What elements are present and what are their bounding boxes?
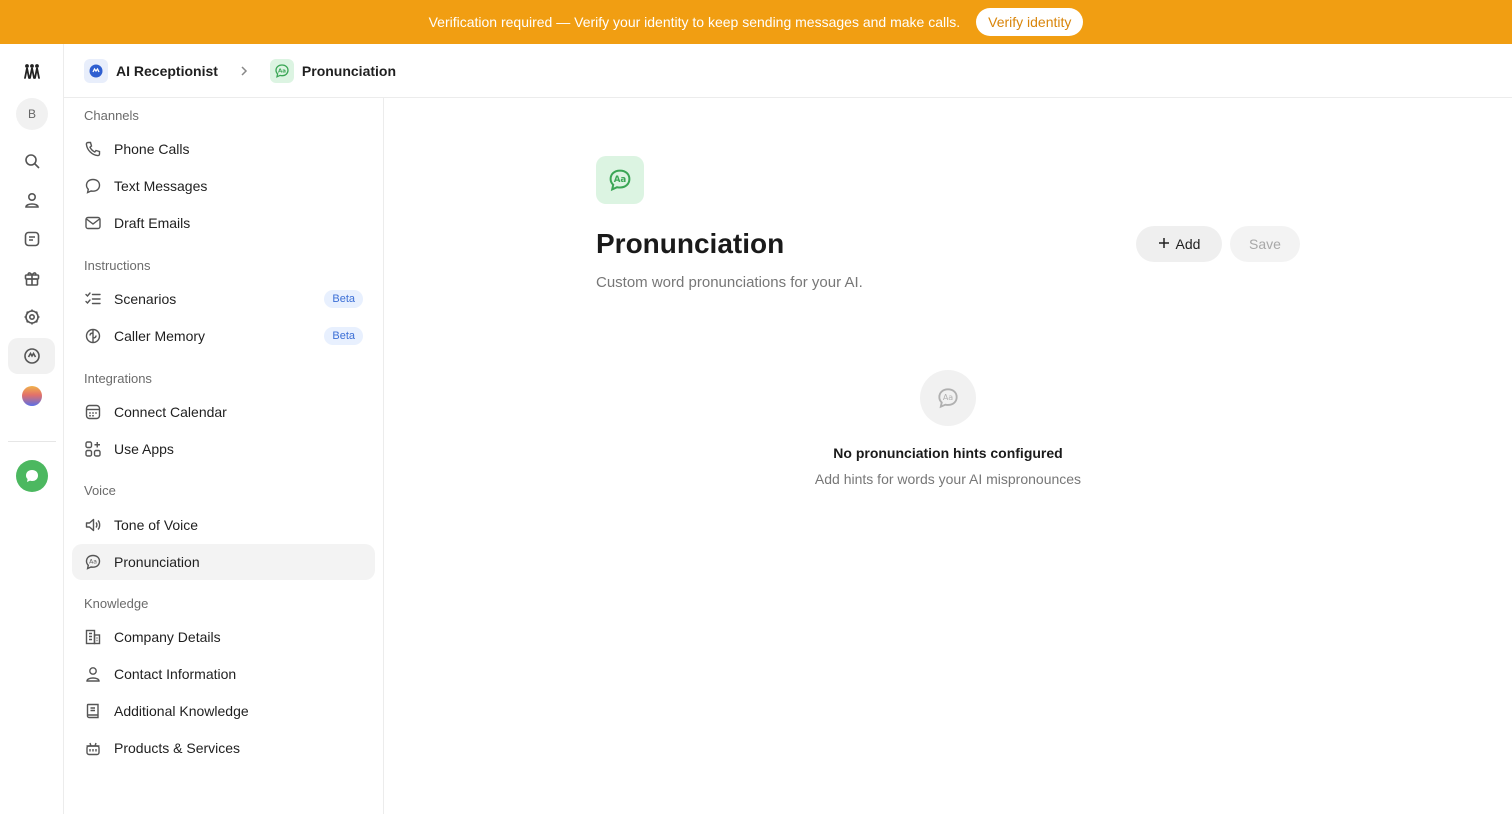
- message-icon: [84, 177, 102, 195]
- sidebar-item-company-details[interactable]: Company Details: [72, 619, 375, 655]
- basket-icon: [84, 739, 102, 757]
- add-button[interactable]: Add: [1136, 226, 1222, 262]
- empty-state-subtitle: Add hints for words your AI mispronounce…: [814, 471, 1082, 487]
- page-title: Pronunciation: [596, 228, 785, 259]
- breadcrumb-label: AI Receptionist: [116, 62, 218, 79]
- ai-receptionist-icon[interactable]: [8, 338, 55, 374]
- sidebar-item-phone-calls[interactable]: Phone Calls: [72, 131, 375, 167]
- sidebar-item-label: Tone of Voice: [114, 517, 199, 533]
- section-label-instructions: Instructions: [84, 258, 151, 273]
- gradient-app-icon[interactable]: [12, 378, 52, 414]
- rail-divider: [8, 441, 56, 442]
- mail-icon: [84, 214, 102, 232]
- sidebar-item-label: Scenarios: [114, 291, 177, 307]
- main-content: Aa Pronunciation Custom word pronunciati…: [384, 98, 1512, 814]
- sidebar-item-label: Phone Calls: [114, 141, 190, 157]
- gift-icon[interactable]: [12, 260, 52, 296]
- svg-text:Aa: Aa: [278, 68, 286, 74]
- sidebar-item-label: Additional Knowledge: [114, 703, 249, 719]
- chat-button[interactable]: [12, 458, 52, 494]
- sidebar-item-label: Draft Emails: [114, 215, 191, 231]
- sidebar-item-label: Pronunciation: [114, 554, 200, 570]
- page-subtitle: Custom word pronunciations for your AI.: [596, 274, 863, 291]
- empty-state-title: No pronunciation hints configured: [833, 445, 1063, 461]
- add-button-label: Add: [1175, 236, 1201, 252]
- gradient-ball: [22, 386, 42, 406]
- section-label-channels: Channels: [84, 108, 139, 123]
- building-icon: [84, 628, 102, 646]
- svg-text:Aa: Aa: [943, 393, 953, 402]
- sidebar-item-label: Contact Information: [114, 666, 237, 682]
- sidebar-item-label: Company Details: [114, 629, 221, 645]
- sidebar-item-use-apps[interactable]: Use Apps: [72, 431, 375, 467]
- pronunciation-icon: Aa: [596, 156, 644, 204]
- empty-state-pronunciation-icon: Aa: [920, 370, 976, 426]
- person-icon: [84, 665, 102, 683]
- chat-icon: [16, 460, 48, 492]
- sidebar-item-draft-emails[interactable]: Draft Emails: [72, 205, 375, 241]
- banner-text: Verification required — Verify your iden…: [428, 14, 961, 30]
- apps-icon: [84, 440, 102, 458]
- sidebar-item-pronunciation[interactable]: Aa Pronunciation: [72, 544, 375, 580]
- sidebar-item-contact-information[interactable]: Contact Information: [72, 656, 375, 692]
- verification-banner: Verification required — Verify your iden…: [0, 0, 1512, 44]
- breadcrumb: AI Receptionist Aa Pronunciation: [64, 44, 1512, 98]
- breadcrumb-item-ai-receptionist[interactable]: AI Receptionist: [84, 58, 218, 83]
- pronunciation-icon: Aa: [269, 58, 294, 83]
- speaker-icon: [84, 516, 102, 534]
- brain-icon: [84, 327, 102, 345]
- save-button[interactable]: Save: [1230, 226, 1300, 262]
- avatar: B: [16, 98, 48, 130]
- beta-badge: Beta: [324, 327, 363, 345]
- sidebar-item-label: Text Messages: [114, 178, 208, 194]
- pronunciation-icon: Aa: [84, 553, 102, 571]
- logo-icon[interactable]: [12, 54, 52, 90]
- contacts-icon[interactable]: [12, 182, 52, 218]
- sidebar-item-label: Connect Calendar: [114, 404, 227, 420]
- settings-icon[interactable]: [12, 299, 52, 335]
- sidebar-item-label: Use Apps: [114, 441, 174, 457]
- calendar-icon: [84, 403, 102, 421]
- section-label-voice: Voice: [84, 483, 116, 498]
- plus-icon: [1158, 236, 1170, 252]
- section-label-integrations: Integrations: [84, 371, 152, 386]
- ai-receptionist-icon: [84, 58, 108, 83]
- icon-rail: B: [0, 44, 64, 814]
- sidebar-item-label: Caller Memory: [114, 328, 206, 344]
- sidebar-item-caller-memory[interactable]: Caller Memory Beta: [72, 318, 375, 354]
- section-label-knowledge: Knowledge: [84, 596, 149, 611]
- chevron-right-icon: [238, 65, 250, 77]
- phone-icon: [84, 140, 102, 158]
- settings-sidebar: Channels Phone Calls Text Messages Draft…: [64, 98, 384, 814]
- search-icon[interactable]: [12, 143, 52, 179]
- sidebar-item-additional-knowledge[interactable]: Additional Knowledge: [72, 693, 375, 729]
- svg-text:Aa: Aa: [614, 175, 627, 185]
- sidebar-item-label: Products & Services: [114, 740, 241, 756]
- sidebar-item-tone-of-voice[interactable]: Tone of Voice: [72, 507, 375, 543]
- verify-identity-button[interactable]: Verify identity: [976, 8, 1084, 36]
- beta-badge: Beta: [324, 290, 363, 308]
- inbox-icon[interactable]: [12, 221, 52, 257]
- sidebar-item-scenarios[interactable]: Scenarios Beta: [72, 281, 375, 317]
- book-icon: [84, 702, 102, 720]
- sidebar-item-connect-calendar[interactable]: Connect Calendar: [72, 394, 375, 430]
- checklist-icon: [84, 290, 102, 308]
- svg-text:Aa: Aa: [89, 559, 97, 566]
- sidebar-item-text-messages[interactable]: Text Messages: [72, 168, 375, 204]
- breadcrumb-item-pronunciation[interactable]: Aa Pronunciation: [269, 58, 397, 83]
- sidebar-item-products-services[interactable]: Products & Services: [72, 730, 375, 766]
- account-avatar[interactable]: B: [12, 96, 52, 132]
- breadcrumb-label: Pronunciation: [301, 62, 397, 79]
